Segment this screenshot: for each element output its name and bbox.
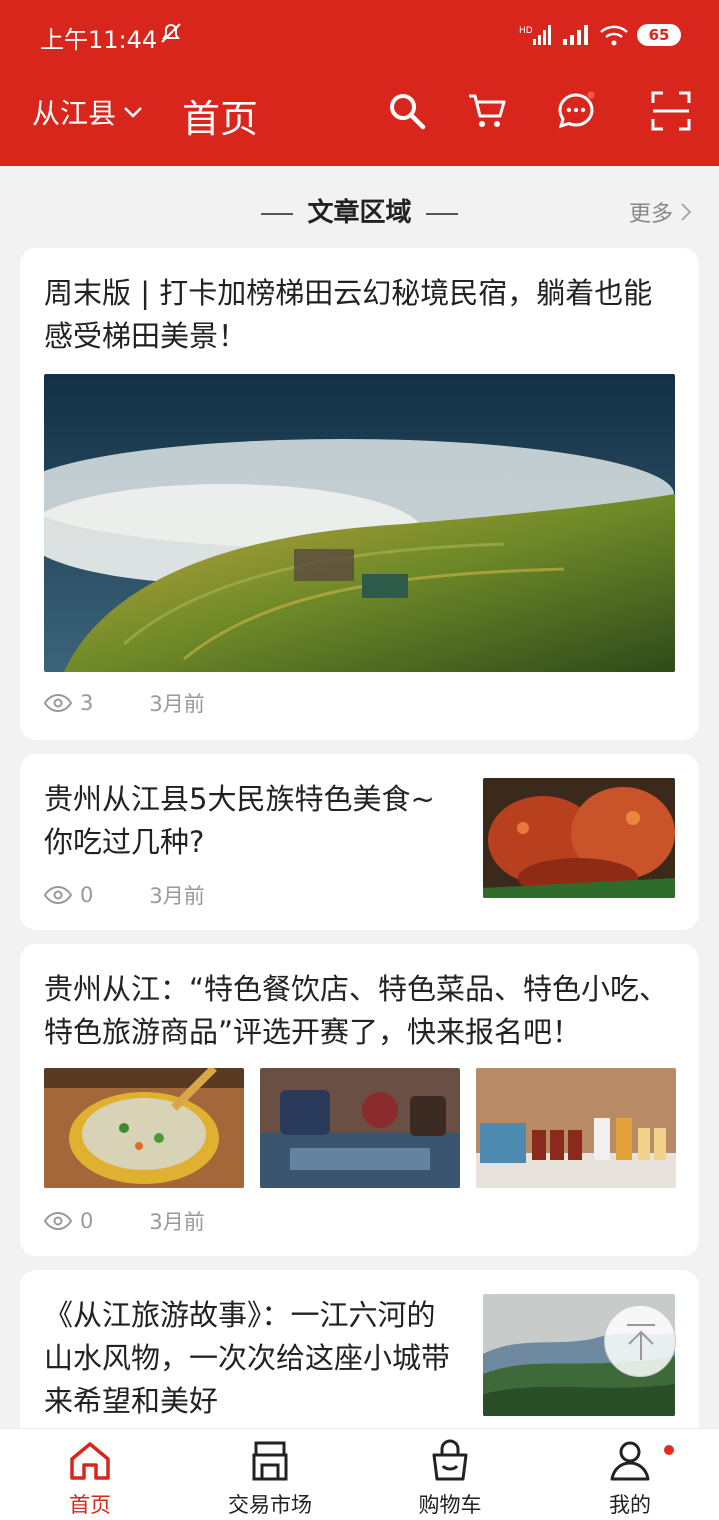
more-label: 更多 xyxy=(628,202,673,227)
status-bar: 上午11:44 HD 65 xyxy=(0,0,719,70)
section-title: 文章区域 xyxy=(307,198,412,228)
mute-icon xyxy=(161,23,181,43)
scan-icon[interactable] xyxy=(650,90,692,132)
article-card[interactable]: 周末版 | 打卡加榜梯田云幻秘境民宿，躺着也能感受梯田美景！ 3 3月前 xyxy=(20,248,699,740)
bag-icon xyxy=(432,1439,468,1481)
eye-icon xyxy=(44,694,72,712)
tab-label: 我的 xyxy=(609,1493,651,1517)
article-title: 贵州从江：“特色餐饮店、特色菜品、特色小吃、特色旅游商品”评选开赛了，快来报名吧… xyxy=(44,972,669,1049)
tab-label: 首页 xyxy=(69,1493,111,1517)
home-icon xyxy=(70,1442,110,1480)
publish-time: 3月前 xyxy=(149,884,205,908)
article-image-products xyxy=(476,1068,676,1188)
market-icon xyxy=(252,1441,288,1481)
page-title: 首页 xyxy=(182,97,259,141)
view-count: 3 xyxy=(80,691,94,715)
wifi-icon xyxy=(600,25,628,46)
location-selector[interactable]: 从江县 xyxy=(32,92,144,132)
eye-icon xyxy=(44,886,72,904)
more-link[interactable]: 更多 xyxy=(629,196,693,228)
tab-home[interactable]: 首页 xyxy=(30,1429,150,1520)
svg-text:HD: HD xyxy=(519,26,533,36)
article-image-soup xyxy=(44,1068,244,1188)
article-image-terraces xyxy=(44,374,675,672)
tab-label: 交易市场 xyxy=(228,1493,312,1517)
article-title: 周末版 | 打卡加榜梯田云幻秘境民宿，躺着也能感受梯田美景！ xyxy=(44,276,653,353)
publish-time: 3月前 xyxy=(149,692,205,716)
tab-cart[interactable]: 购物车 xyxy=(390,1429,510,1520)
chevron-down-icon xyxy=(124,107,142,118)
cart-icon[interactable] xyxy=(466,90,508,132)
view-count: 0 xyxy=(80,1209,94,1233)
tab-market[interactable]: 交易市场 xyxy=(210,1429,330,1520)
divider xyxy=(261,212,294,215)
tab-label: 购物车 xyxy=(418,1493,482,1517)
search-icon[interactable] xyxy=(386,90,428,132)
app-header: 上午11:44 HD 65 从江县 首页 xyxy=(0,0,719,166)
message-icon[interactable] xyxy=(555,90,597,132)
location-label: 从江县 xyxy=(32,97,117,130)
article-card[interactable]: 《从江旅游故事》：一江六河的山水风物，一次次给这座小城带来希望和美好 xyxy=(20,1270,699,1440)
article-card[interactable]: 贵州从江县5大民族特色美食~你吃过几种? 0 3月前 xyxy=(20,754,699,930)
arrow-up-icon xyxy=(627,1324,655,1360)
notification-dot xyxy=(664,1445,674,1455)
bottom-tab-bar: 首页 交易市场 购物车 我的 xyxy=(0,1428,719,1520)
status-icons: HD 65 xyxy=(519,22,681,48)
section-header: 文章区域 更多 xyxy=(0,188,719,232)
signal-hd-icon: HD xyxy=(519,25,551,45)
article-title: 贵州从江县5大民族特色美食~你吃过几种? xyxy=(44,782,435,859)
article-meta: 0 3月前 xyxy=(44,1206,205,1236)
signal-icon xyxy=(563,25,588,45)
user-icon xyxy=(610,1441,650,1481)
status-time: 上午11:44 xyxy=(40,26,158,54)
view-count: 0 xyxy=(80,883,94,907)
article-meta: 3 3月前 xyxy=(44,688,205,718)
article-card[interactable]: 贵州从江：“特色餐饮店、特色菜品、特色小吃、特色旅游商品”评选开赛了，快来报名吧… xyxy=(20,944,699,1256)
publish-time: 3月前 xyxy=(149,1210,205,1234)
article-meta: 0 3月前 xyxy=(44,880,205,910)
article-image-crafts xyxy=(260,1068,460,1188)
divider xyxy=(425,212,458,215)
chevron-right-icon xyxy=(681,203,692,221)
eye-icon xyxy=(44,1212,72,1230)
tab-profile[interactable]: 我的 xyxy=(570,1429,690,1520)
back-to-top-button[interactable] xyxy=(604,1305,676,1377)
battery-indicator: 65 xyxy=(637,24,681,46)
article-title: 《从江旅游故事》：一江六河的山水风物，一次次给这座小城带来希望和美好 xyxy=(44,1298,451,1418)
article-image-food xyxy=(483,778,675,898)
